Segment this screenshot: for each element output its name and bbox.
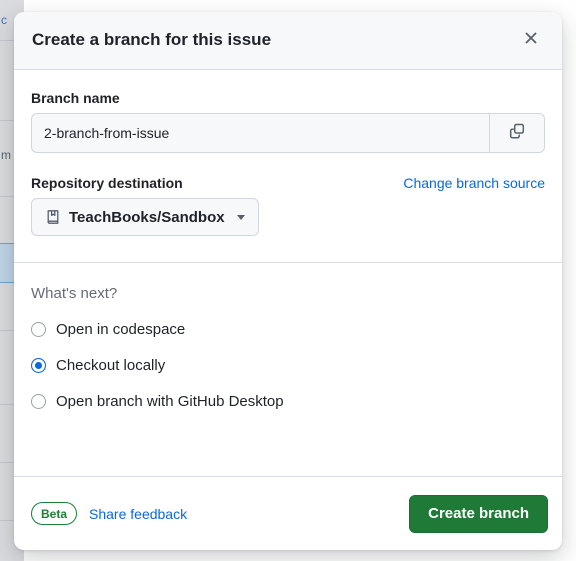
copy-icon <box>508 122 526 145</box>
section-divider <box>14 262 562 263</box>
dialog-footer: Beta Share feedback Create branch <box>14 476 562 550</box>
beta-badge: Beta <box>31 502 78 525</box>
change-branch-source-link[interactable]: Change branch source <box>403 175 545 191</box>
repository-destination-label: Repository destination <box>31 175 183 191</box>
dialog-header: Create a branch for this issue <box>14 12 562 70</box>
branch-name-field <box>31 113 545 153</box>
branch-name-label: Branch name <box>31 90 120 106</box>
dialog-title: Create a branch for this issue <box>32 30 272 50</box>
repo-icon <box>45 209 61 225</box>
branch-name-input[interactable] <box>32 114 489 152</box>
radio-option-checkout-locally[interactable]: Checkout locally <box>31 350 545 380</box>
whats-next-heading: What's next? <box>31 285 118 302</box>
radio-indicator[interactable] <box>31 321 46 337</box>
close-icon <box>523 30 539 51</box>
background-clipped-link: c <box>1 13 7 27</box>
repository-header-row: Repository destination Change branch sou… <box>31 175 545 191</box>
close-dialog-button[interactable] <box>516 26 546 56</box>
radio-indicator[interactable] <box>31 393 46 409</box>
create-branch-button[interactable]: Create branch <box>409 494 548 533</box>
chevron-down-icon <box>236 214 245 220</box>
radio-option-open-in-codespace[interactable]: Open in codespace <box>31 314 545 344</box>
radio-label: Open in codespace <box>56 320 186 338</box>
share-feedback-link[interactable]: Share feedback <box>89 506 187 522</box>
dialog-body: Branch name Repository destination Chang… <box>14 70 562 416</box>
repository-destination-select[interactable]: TeachBooks/Sandbox <box>31 198 259 236</box>
copy-branch-name-button[interactable] <box>489 114 544 152</box>
background-clipped-text: m <box>1 148 11 162</box>
create-branch-dialog: Create a branch for this issue Branch na… <box>14 12 562 550</box>
radio-label: Open branch with GitHub Desktop <box>56 392 284 410</box>
repository-name: TeachBooks/Sandbox <box>69 208 225 226</box>
radio-indicator[interactable] <box>31 357 46 373</box>
radio-option-open-with-github-desktop[interactable]: Open branch with GitHub Desktop <box>31 386 545 416</box>
radio-label: Checkout locally <box>56 356 166 374</box>
